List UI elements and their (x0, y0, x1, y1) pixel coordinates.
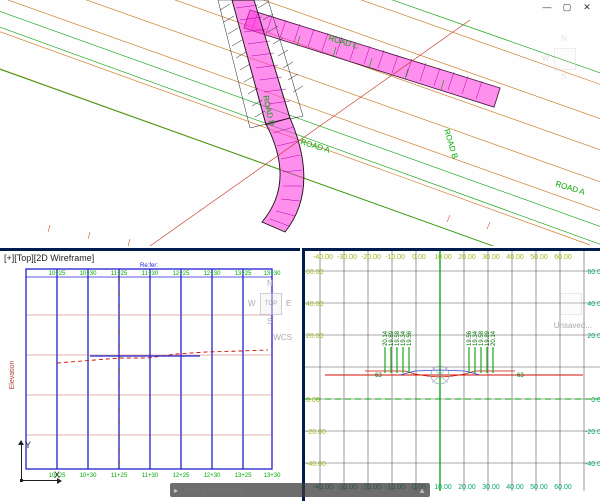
viewport-plan[interactable]: ROAD C ROAD D ROAD A ROAD B ROAD A (0, 0, 600, 246)
svg-text:13+25: 13+25 (235, 473, 253, 479)
viewcube[interactable]: N S W (542, 32, 588, 84)
svg-text:50.00: 50.00 (530, 254, 548, 261)
viewcube[interactable]: TOP N S W E (248, 277, 294, 329)
svg-text:10+25: 10+25 (49, 271, 67, 277)
svg-text:40.00: 40.00 (506, 484, 524, 491)
minimize-button[interactable]: — (540, 2, 554, 13)
svg-text:-20.00: -20.00 (306, 429, 326, 436)
svg-text:20.00: 20.00 (306, 333, 324, 340)
svg-text:20.00: 20.00 (458, 484, 476, 491)
svg-text:10+30: 10+30 (80, 473, 98, 479)
profile-frame (26, 269, 272, 469)
close-button[interactable]: ✕ (580, 2, 594, 13)
svg-text:10.00: 10.00 (434, 254, 452, 261)
svg-text:60.00: 60.00 (554, 484, 572, 491)
svg-text:40.00: 40.00 (306, 301, 324, 308)
profile-hgrid (26, 315, 272, 435)
svg-text:ROAD A: ROAD A (554, 179, 586, 197)
profile-title: Re:fer: (140, 263, 158, 269)
section-xticks-top: -40.00 -30.00 -20.00 -10.00 0.00 10.00 2… (313, 254, 572, 261)
command-line[interactable]: ▸ ▲ (170, 483, 430, 497)
unsaved-view-label[interactable]: Unsaved... (554, 321, 592, 330)
svg-text:ROAD A: ROAD A (299, 137, 331, 155)
svg-text:60.00: 60.00 (554, 254, 572, 261)
svg-text:-30.00: -30.00 (337, 254, 357, 261)
svg-text:11+25: 11+25 (111, 271, 128, 277)
svg-text:-40.00: -40.00 (313, 254, 333, 261)
station-labels: 10+25 10+30 11+25 11+30 12+25 12+30 13+2… (49, 271, 282, 479)
svg-text:60.0: 60.0 (587, 269, 600, 276)
app-root: ROAD C ROAD D ROAD A ROAD B ROAD A (0, 0, 600, 501)
svg-text:20.0: 20.0 (587, 333, 600, 340)
svg-text:-10.00: -10.00 (385, 254, 405, 261)
svg-text:12+30: 12+30 (204, 271, 222, 277)
svg-text:40.00: 40.00 (506, 254, 524, 261)
svg-text:-40.00: -40.00 (306, 461, 326, 468)
profile-vgrid (57, 269, 243, 469)
viewport-section[interactable]: 20.14 19.89 19.58 19.34 19.56 19.56 19.3… (302, 248, 600, 501)
svg-text:12+30: 12+30 (204, 473, 222, 479)
svg-text:19.56: 19.56 (407, 330, 413, 346)
section-yticks-left: 60.00 40.00 20.00 0.00 -20.00 -40.00 (306, 269, 326, 468)
svg-text:30.00: 30.00 (482, 254, 500, 261)
section-anno-left: 20.14 19.89 19.58 19.34 19.56 (383, 330, 413, 346)
svg-text:10.00: 10.00 (434, 484, 452, 491)
wcs-label[interactable]: WCS (273, 333, 292, 342)
svg-text:30.00: 30.00 (482, 484, 500, 491)
section-anno-bars (385, 347, 493, 373)
svg-text:11+30: 11+30 (142, 271, 159, 277)
section-edge-left: 63 (375, 373, 382, 379)
profile-ylabel: Elevation (9, 360, 16, 389)
svg-text:11+30: 11+30 (142, 473, 159, 479)
svg-text:50.00: 50.00 (530, 484, 548, 491)
alignment-labels: ROAD C ROAD D ROAD A ROAD B ROAD A (261, 33, 587, 197)
window-controls: — ▢ ✕ (540, 2, 594, 13)
maximize-button[interactable]: ▢ (560, 2, 574, 13)
ucs-icon: Y X (10, 439, 52, 481)
command-expand-icon[interactable]: ▲ (418, 486, 426, 495)
section-line (150, 20, 470, 246)
svg-text:12+25: 12+25 (173, 271, 191, 277)
section-anno-right: 19.56 19.34 19.58 19.89 20.14 (467, 330, 497, 346)
chevron-icon: ▸ (174, 486, 178, 495)
svg-text:10+30: 10+30 (80, 271, 98, 277)
viewport-profile[interactable]: [+][Top][2D Wireframe] Re:fer: (0, 248, 300, 501)
svg-text:0.0: 0.0 (591, 397, 600, 404)
section-lines (325, 366, 583, 384)
section-edge-right: 63 (517, 373, 524, 379)
svg-text:12+25: 12+25 (173, 473, 191, 479)
command-input[interactable] (182, 486, 414, 495)
svg-text:60.00: 60.00 (306, 269, 324, 276)
svg-text:-20.0: -20.0 (585, 429, 600, 436)
svg-text:11+25: 11+25 (111, 473, 128, 479)
svg-text:20.00: 20.00 (458, 254, 476, 261)
svg-text:0.00: 0.00 (412, 254, 426, 261)
svg-text:-20.00: -20.00 (361, 254, 381, 261)
svg-text:-40.0: -40.0 (585, 461, 600, 468)
svg-text:0.00: 0.00 (306, 397, 320, 404)
svg-text:13+30: 13+30 (264, 473, 282, 479)
svg-text:20.14: 20.14 (491, 330, 497, 346)
